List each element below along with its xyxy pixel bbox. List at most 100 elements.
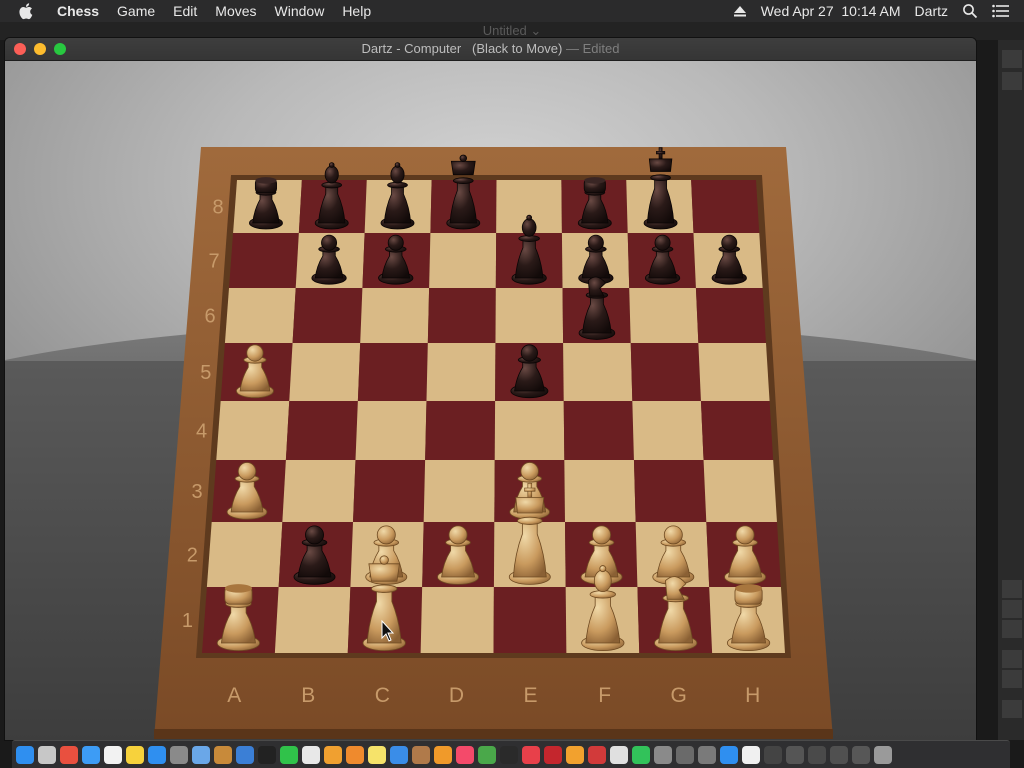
menu-window[interactable]: Window — [266, 0, 334, 22]
board-square-g5[interactable] — [630, 343, 701, 401]
board-square-e4[interactable] — [494, 401, 565, 460]
activity-icon[interactable] — [500, 745, 518, 764]
board-square-b3[interactable] — [282, 460, 356, 522]
cherry-icon[interactable] — [544, 745, 562, 764]
background-window-block — [1002, 50, 1022, 68]
board-square-a2[interactable] — [206, 522, 283, 587]
board-square-c3[interactable] — [353, 460, 426, 522]
board-square-c4[interactable] — [355, 401, 427, 460]
chess-board[interactable]: 8 7 6 5 4 3 2 1 A B C D E F G H — [5, 61, 976, 740]
window3-icon[interactable] — [808, 745, 826, 764]
board-square-h6[interactable] — [695, 288, 766, 343]
board-square-g4[interactable] — [632, 401, 704, 460]
window4-icon[interactable] — [830, 745, 848, 764]
rank-label: 4 — [196, 421, 207, 443]
board-square-f4[interactable] — [563, 401, 634, 460]
board-square-d3[interactable] — [423, 460, 495, 522]
menu-game[interactable]: Game — [108, 0, 164, 22]
notification-center-icon[interactable] — [992, 4, 1010, 18]
launchpad-icon[interactable] — [38, 745, 56, 764]
board-square-a7[interactable] — [229, 233, 299, 288]
board-square-b6[interactable] — [292, 288, 363, 343]
finder-icon[interactable] — [16, 745, 34, 764]
messages-icon[interactable] — [280, 745, 298, 764]
window-titlebar[interactable]: Dartz - Computer (Black to Move) — Edite… — [5, 38, 976, 61]
notes-icon[interactable] — [126, 745, 144, 764]
window2-icon[interactable] — [786, 745, 804, 764]
music-icon[interactable] — [456, 745, 474, 764]
automator-icon[interactable] — [654, 745, 672, 764]
board-square-h4[interactable] — [700, 401, 774, 460]
board-square-a4[interactable] — [216, 401, 290, 460]
spotlight-search-icon[interactable] — [962, 3, 978, 19]
board-square-e1[interactable] — [493, 587, 567, 653]
board-square-d5[interactable] — [426, 343, 496, 401]
menubar-clock[interactable]: Wed Apr 27 10:14 AM — [761, 3, 901, 19]
app-store-icon[interactable] — [148, 745, 166, 764]
board-square-f5[interactable] — [563, 343, 633, 401]
trash-icon[interactable] — [874, 745, 892, 764]
board-square-f3[interactable] — [564, 460, 636, 522]
contacts-icon[interactable] — [412, 745, 430, 764]
board-square-e6[interactable] — [495, 288, 564, 343]
dock — [12, 740, 1010, 768]
board-square-c5[interactable] — [357, 343, 428, 401]
safari-icon[interactable] — [82, 745, 100, 764]
board-square-g3[interactable] — [633, 460, 707, 522]
menu-moves[interactable]: Moves — [206, 0, 265, 22]
menubar-user[interactable]: Dartz — [915, 3, 948, 19]
board-square-d4[interactable] — [425, 401, 496, 460]
board-square-c6[interactable] — [360, 288, 430, 343]
board-square-h5[interactable] — [698, 343, 770, 401]
menu-edit[interactable]: Edit — [164, 0, 206, 22]
chrome-icon[interactable] — [60, 745, 78, 764]
document-icon[interactable] — [742, 745, 760, 764]
menu-help[interactable]: Help — [333, 0, 380, 22]
app-store2-icon[interactable] — [720, 745, 738, 764]
ibooks-icon[interactable] — [346, 745, 364, 764]
board-square-d1[interactable] — [420, 587, 494, 653]
disk-icon[interactable] — [698, 745, 716, 764]
files-icon[interactable] — [302, 745, 320, 764]
board-square-d6[interactable] — [427, 288, 496, 343]
board-square-g6[interactable] — [629, 288, 699, 343]
window5-icon[interactable] — [852, 745, 870, 764]
minimize-window-button[interactable] — [34, 43, 46, 55]
system-preferences-icon[interactable] — [170, 745, 188, 764]
file-label: A — [227, 684, 241, 707]
terminal-icon[interactable] — [258, 745, 276, 764]
mail-icon[interactable] — [390, 745, 408, 764]
rank-label: 7 — [209, 251, 220, 273]
home-icon[interactable] — [566, 745, 584, 764]
preview-icon[interactable] — [192, 745, 210, 764]
pages-icon[interactable] — [434, 745, 452, 764]
maps-icon[interactable] — [478, 745, 496, 764]
xcode-icon[interactable] — [236, 745, 254, 764]
notes2-icon[interactable] — [368, 745, 386, 764]
board-square-b5[interactable] — [289, 343, 361, 401]
board-square-d7[interactable] — [429, 233, 497, 288]
window-edited-indicator: — Edited — [565, 41, 620, 56]
chess-icon[interactable] — [610, 745, 628, 764]
stop-icon[interactable] — [522, 745, 540, 764]
window1-icon[interactable] — [764, 745, 782, 764]
board-square-h3[interactable] — [703, 460, 777, 522]
rank-label: 6 — [204, 306, 215, 328]
board-square-b4[interactable] — [285, 401, 358, 460]
background-window-block — [1002, 580, 1022, 598]
facetime-icon[interactable] — [632, 745, 650, 764]
tools-icon[interactable] — [676, 745, 694, 764]
close-window-button[interactable] — [14, 43, 26, 55]
board-square-a6[interactable] — [224, 288, 296, 343]
calendar-icon[interactable] — [104, 745, 122, 764]
zoom-window-button[interactable] — [54, 43, 66, 55]
board-square-h8[interactable] — [691, 180, 760, 233]
background-window-block — [1002, 700, 1022, 718]
apple-menu-icon[interactable] — [18, 2, 36, 20]
board-square-b1[interactable] — [274, 587, 351, 653]
photos-icon[interactable] — [324, 745, 342, 764]
photo-booth-icon[interactable] — [588, 745, 606, 764]
menu-app-chess[interactable]: Chess — [48, 0, 108, 22]
eject-icon[interactable] — [733, 4, 747, 18]
books-icon[interactable] — [214, 745, 232, 764]
